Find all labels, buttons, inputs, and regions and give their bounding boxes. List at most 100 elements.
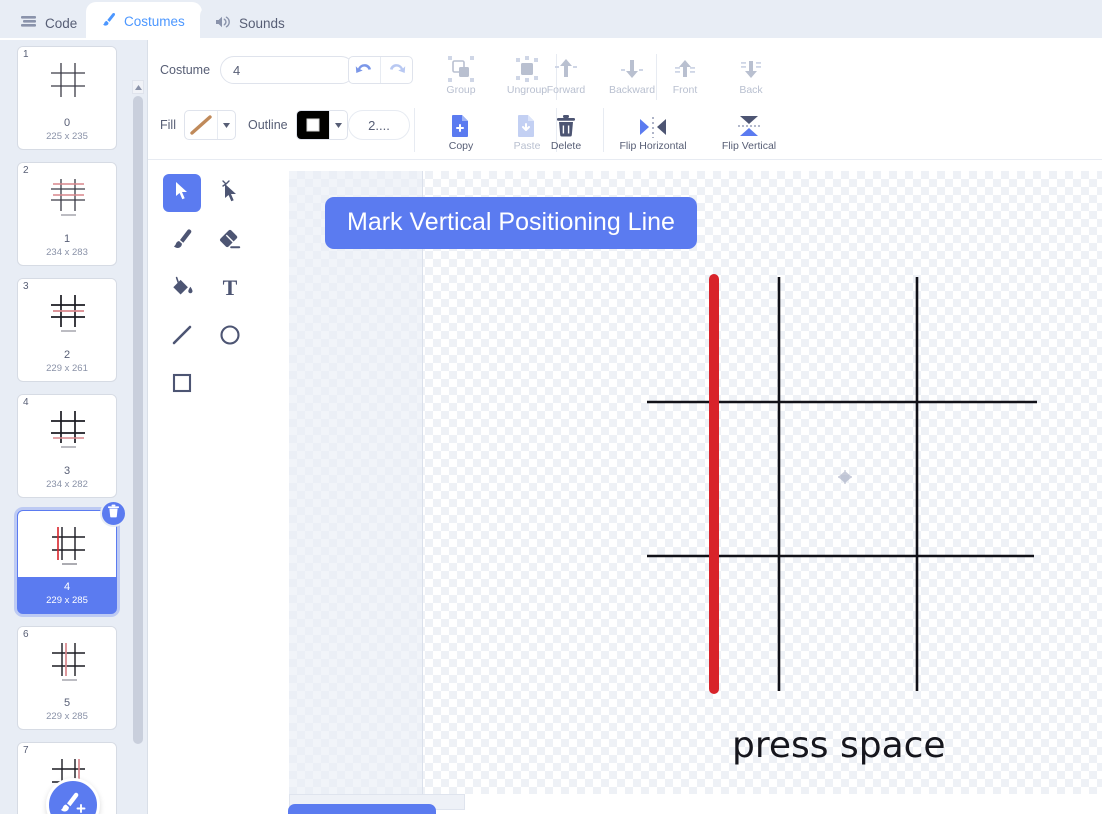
fill-swatch[interactable] [185,111,217,139]
text-tool-icon: T [220,275,240,303]
tool-rectangle[interactable] [163,366,201,404]
costume-list[interactable]: 1 0 225 x 235 2 1 234 x 283 3 2 229 x 26… [0,40,134,814]
undo-icon [355,61,374,80]
costume-index: 4 [23,397,29,408]
costume-index: 6 [23,629,29,640]
tab-costumes[interactable]: Costumes [86,2,202,40]
costume-index: 7 [23,745,29,756]
brush-icon [101,12,117,31]
paint-toolbar: Costume 4 Group Ungroup Forward Backward… [148,40,1102,160]
forward-button[interactable]: Forward [533,52,599,96]
tab-code-label: Code [45,15,78,31]
costume-list-panel: 1 0 225 x 235 2 1 234 x 283 3 2 229 x 26… [0,40,148,814]
group-label: Group [446,84,476,96]
fill-control: Fill [160,110,236,140]
tool-circle[interactable] [211,318,249,356]
tool-fill[interactable] [163,270,201,308]
copy-label: Copy [448,140,474,152]
flip-vertical-button[interactable]: Flip Vertical [703,108,795,152]
outline-swatch[interactable] [296,111,329,139]
scroll-up-arrow[interactable] [132,80,144,94]
fill-swatch-group[interactable] [183,110,236,140]
delete-button[interactable]: Delete [533,108,599,152]
costume-size: 234 x 282 [46,479,88,490]
costume-size: 225 x 235 [46,131,88,142]
outline-label: Outline [248,118,288,132]
costume-meta: 4 229 x 285 [18,577,116,613]
group-icon [448,52,474,82]
costume-thumbnail [18,627,116,693]
costume-size: 229 x 285 [46,711,88,722]
flip-actions: Flip Horizontal Flip Vertical [603,108,795,152]
costume-name: 2 [63,349,71,361]
delete-icon [555,108,577,138]
costume-index: 1 [23,49,29,60]
back-button[interactable]: Back [718,52,784,96]
code-icon [21,15,38,31]
fill-dropdown-caret[interactable] [216,111,235,139]
tab-sounds[interactable]: Sounds [200,6,308,40]
backward-icon [619,52,645,82]
canvas-area: T Mark Vertical Positioning Line press s… [148,161,1102,814]
speaker-icon [215,15,232,32]
select-arrow-icon [173,181,191,206]
stage-text: press space [732,725,946,766]
tool-eraser[interactable] [211,222,249,260]
paintbrush-icon [171,228,193,255]
flip-vertical-label: Flip Vertical [721,140,777,152]
backward-label: Backward [608,84,656,96]
stroke-width-input[interactable] [348,110,410,140]
outline-swatch-group[interactable] [295,110,348,140]
costume-name: 5 [63,697,71,709]
ellipse-tool-icon [219,324,241,351]
undo-button[interactable] [349,57,380,83]
scrollbar-thumb[interactable] [133,96,143,744]
tool-select[interactable] [163,174,201,212]
paint-editor: Costume 4 Group Ungroup Forward Backward… [148,40,1102,814]
trash-icon [107,504,120,523]
outline-dropdown-caret[interactable] [328,111,347,139]
delete-label: Delete [550,140,582,152]
tool-reshape[interactable] [211,174,249,212]
paint-tool-palette: T [148,161,288,814]
costume-item-4[interactable]: 5 4 229 x 285 [17,500,127,614]
toolbar-separator [414,108,415,152]
outline-control: Outline [248,110,348,140]
tab-code[interactable]: Code [6,6,94,40]
flip-vertical-icon [737,108,761,138]
costume-list-scrollbar[interactable] [132,80,144,780]
redo-button[interactable] [380,57,412,83]
costume-size: 229 x 285 [46,595,88,606]
banner-label: Mark Vertical Positioning Line [325,197,697,249]
costume-meta: 5 229 x 285 [18,693,116,729]
add-costume-icon [59,790,87,814]
tool-brush[interactable] [163,222,201,260]
costume-item-3[interactable]: 4 3 234 x 282 [17,394,117,498]
copy-button[interactable]: Copy [428,108,494,152]
front-label: Front [672,84,698,96]
flip-horizontal-button[interactable]: Flip Horizontal [603,108,703,152]
tic-tac-toe-grid [647,277,1037,691]
center-crosshair-icon [838,470,852,484]
costume-name: 4 [63,581,71,593]
undo-redo-group [348,56,413,84]
front-button[interactable]: Front [652,52,718,96]
costume-meta: 2 229 x 261 [18,345,116,381]
costume-index: 2 [23,165,29,176]
costume-name-label: Costume [160,63,211,77]
tool-line[interactable] [163,318,201,356]
delete-costume-badge[interactable] [100,500,127,527]
costume-item-5[interactable]: 6 5 229 x 285 [17,626,117,730]
tool-text[interactable]: T [211,270,249,308]
costume-item-1[interactable]: 2 1 234 x 283 [17,162,117,266]
drawing-canvas[interactable]: Mark Vertical Positioning Line press spa… [289,171,1102,794]
costume-name: 0 [63,117,71,129]
redo-icon [387,61,406,80]
costume-name-input[interactable] [220,56,356,84]
costume-item-2[interactable]: 3 2 229 x 261 [17,278,117,382]
bottom-action-button[interactable] [288,804,436,814]
costume-name: 1 [63,233,71,245]
costume-meta: 3 234 x 282 [18,461,116,497]
group-button[interactable]: Group [428,52,494,96]
costume-item-0[interactable]: 1 0 225 x 235 [17,46,117,150]
